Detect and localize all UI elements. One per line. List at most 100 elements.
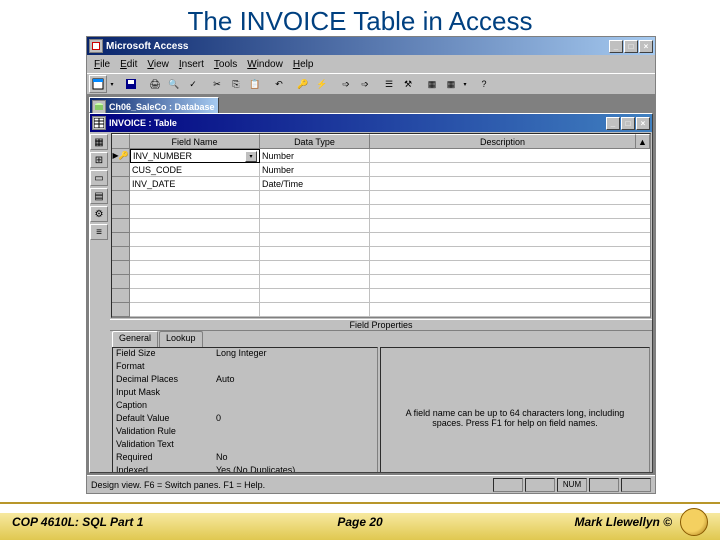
property-row[interactable]: Decimal PlacesAuto — [113, 374, 377, 387]
field-grid: Field Name Data Type Description ▲ ▶🔑 IN… — [111, 133, 651, 318]
tab-lookup[interactable]: Lookup — [159, 331, 203, 347]
data-type-cell[interactable]: Number — [260, 163, 370, 177]
ucf-logo-icon — [680, 508, 708, 536]
property-hint: A field name can be up to 64 characters … — [380, 347, 650, 472]
data-type-cell[interactable]: Number — [260, 149, 370, 163]
db-window-button[interactable]: ▦ — [423, 75, 441, 93]
table-icon — [92, 116, 106, 130]
field-name-cell[interactable]: INV_NUMBER▾ — [130, 149, 260, 163]
field-row[interactable]: ▶🔑 INV_NUMBER▾ Number — [112, 149, 650, 163]
app-window: Microsoft Access _ □ × File Edit View In… — [86, 36, 656, 494]
empty-field-row[interactable] — [112, 247, 650, 261]
queries-tab-icon[interactable]: ⊞ — [90, 152, 108, 168]
help-button[interactable]: ? — [475, 75, 493, 93]
menu-tools[interactable]: Tools — [209, 58, 242, 71]
macros-tab-icon[interactable]: ⚙ — [90, 206, 108, 222]
indexes-button[interactable]: ⚡ — [313, 75, 331, 93]
tables-tab-icon[interactable]: ▦ — [90, 134, 108, 150]
empty-field-row[interactable] — [112, 219, 650, 233]
empty-field-row[interactable] — [112, 275, 650, 289]
delete-rows-button[interactable]: ➩ — [356, 75, 374, 93]
modules-tab-icon[interactable]: ≡ — [90, 224, 108, 240]
forms-tab-icon[interactable]: ▭ — [90, 170, 108, 186]
design-close-button[interactable]: × — [636, 117, 650, 130]
status-cell — [621, 478, 651, 492]
menu-help[interactable]: Help — [288, 58, 319, 71]
status-num: NUM — [557, 478, 587, 492]
tab-general[interactable]: General — [112, 331, 158, 347]
new-object-dropdown[interactable]: ▾ — [461, 75, 469, 93]
empty-field-row[interactable] — [112, 303, 650, 317]
spelling-button[interactable]: ✓ — [184, 75, 202, 93]
row-selector[interactable] — [112, 163, 130, 177]
primary-key-icon: ▶🔑 — [112, 151, 128, 160]
property-row[interactable]: Format — [113, 361, 377, 374]
empty-field-row[interactable] — [112, 233, 650, 247]
field-row[interactable]: CUS_CODE Number — [112, 163, 650, 177]
menu-window[interactable]: Window — [242, 58, 288, 71]
property-row[interactable]: RequiredNo — [113, 452, 377, 465]
description-cell[interactable] — [370, 177, 650, 191]
menu-insert[interactable]: Insert — [174, 58, 209, 71]
property-row[interactable]: Validation Rule — [113, 426, 377, 439]
reports-tab-icon[interactable]: ▤ — [90, 188, 108, 204]
dropdown-icon[interactable]: ▾ — [245, 151, 257, 162]
grid-header: Field Name Data Type Description ▲ — [112, 134, 650, 149]
new-object-button[interactable]: ▦ — [442, 75, 460, 93]
footer-left: COP 4610L: SQL Part 1 — [12, 515, 143, 529]
cut-button[interactable]: ✂ — [208, 75, 226, 93]
data-type-header: Data Type — [260, 134, 370, 148]
field-name-cell[interactable]: CUS_CODE — [130, 163, 260, 177]
status-cell — [525, 478, 555, 492]
print-button[interactable]: 🖨 — [146, 75, 164, 93]
design-window-title: INVOICE : Table — [109, 118, 606, 128]
properties-button[interactable]: ☰ — [380, 75, 398, 93]
design-minimize-button[interactable]: _ — [606, 117, 620, 130]
property-tabs: General Lookup — [110, 331, 380, 347]
object-tabs: ▦ ⊞ ▭ ▤ ⚙ ≡ — [90, 132, 110, 472]
paste-button[interactable]: 📋 — [246, 75, 264, 93]
field-name-header: Field Name — [130, 134, 260, 148]
property-row[interactable]: Validation Text — [113, 439, 377, 452]
property-row[interactable]: Input Mask — [113, 387, 377, 400]
data-type-cell[interactable]: Date/Time — [260, 177, 370, 191]
view-dropdown[interactable]: ▾ — [108, 75, 116, 93]
build-button[interactable]: ⚒ — [399, 75, 417, 93]
menu-file[interactable]: File — [89, 58, 115, 71]
description-cell[interactable] — [370, 163, 650, 177]
empty-field-row[interactable] — [112, 261, 650, 275]
menu-view[interactable]: View — [142, 58, 174, 71]
scroll-up-button[interactable]: ▲ — [636, 134, 650, 148]
close-button[interactable]: × — [639, 40, 653, 53]
save-button[interactable] — [122, 75, 140, 93]
empty-field-row[interactable] — [112, 191, 650, 205]
insert-rows-button[interactable]: ➩ — [337, 75, 355, 93]
property-row[interactable]: Caption — [113, 400, 377, 413]
empty-field-row[interactable] — [112, 205, 650, 219]
empty-field-row[interactable] — [112, 289, 650, 303]
row-selector[interactable] — [112, 177, 130, 191]
property-row[interactable]: IndexedYes (No Duplicates) — [113, 465, 377, 472]
preview-button[interactable]: 🔍 — [165, 75, 183, 93]
access-app-icon — [89, 39, 103, 53]
database-window[interactable]: Ch06_SaleCo : Database — [89, 97, 219, 113]
view-button[interactable] — [89, 75, 107, 93]
field-name-cell[interactable]: INV_DATE — [130, 177, 260, 191]
footer-author: Mark Llewellyn © — [574, 515, 672, 529]
description-cell[interactable] — [370, 149, 650, 163]
design-maximize-button[interactable]: □ — [621, 117, 635, 130]
primary-key-button[interactable]: 🔑 — [294, 75, 312, 93]
minimize-button[interactable]: _ — [609, 40, 623, 53]
field-row[interactable]: INV_DATE Date/Time — [112, 177, 650, 191]
undo-button[interactable]: ↶ — [270, 75, 288, 93]
copy-button[interactable]: ⎘ — [227, 75, 245, 93]
property-row[interactable]: Default Value0 — [113, 413, 377, 426]
property-row[interactable]: Field SizeLong Integer — [113, 348, 377, 361]
row-selector[interactable]: ▶🔑 — [112, 149, 130, 163]
property-grid: Field SizeLong Integer Format Decimal Pl… — [112, 347, 378, 472]
mdi-area: Ch06_SaleCo : Database INVOICE : Table _… — [87, 95, 655, 475]
status-cell — [589, 478, 619, 492]
footer-page: Page 20 — [337, 515, 382, 529]
menu-edit[interactable]: Edit — [115, 58, 142, 71]
maximize-button[interactable]: □ — [624, 40, 638, 53]
